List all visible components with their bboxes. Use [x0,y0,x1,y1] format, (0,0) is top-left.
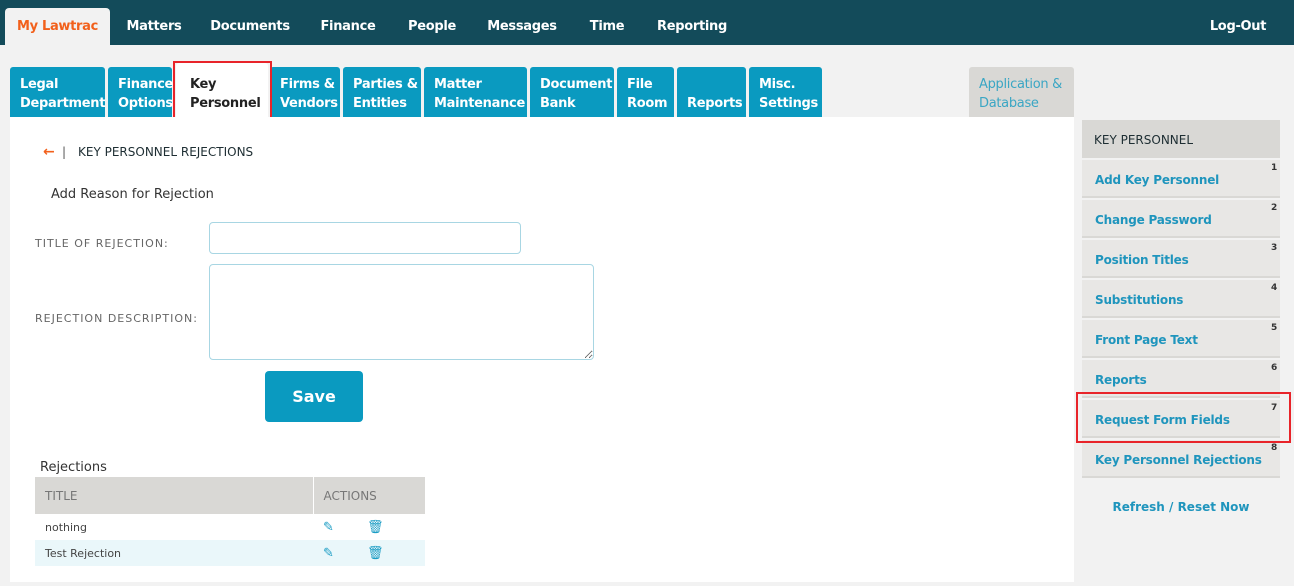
tab-document-bank[interactable]: Document Bank [530,67,614,117]
sidebar-item-reports[interactable]: Reports 6 [1082,360,1280,398]
tab-application-database[interactable]: Application & Database [969,67,1074,117]
column-title: TITLE [35,477,313,514]
back-arrow-icon[interactable]: ← [43,144,55,160]
item-number: 3 [1270,243,1277,253]
item-number: 6 [1270,363,1277,373]
item-number: 5 [1270,323,1277,333]
title-input[interactable] [209,222,521,254]
table-row: nothing ✎ 🗑 [35,514,425,540]
trash-icon[interactable]: 🗑 [367,520,411,535]
row-title: nothing [45,520,87,534]
tab-reports[interactable]: Reports [677,67,746,117]
tab-misc-settings[interactable]: Misc. Settings [749,67,822,117]
form-heading: Add Reason for Rejection [51,187,214,202]
tab-legal-department[interactable]: Legal Department [10,67,105,117]
nav-people[interactable]: People [402,8,462,45]
nav-documents[interactable]: Documents [208,8,292,45]
table-row: Test Rejection ✎ 🗑 [35,540,425,566]
tab-parties-entities[interactable]: Parties & Entities [343,67,421,117]
description-textarea[interactable] [209,264,594,360]
nav-my-lawtrac[interactable]: My Lawtrac [5,8,110,45]
sidebar-item-front-page-text[interactable]: Front Page Text 5 [1082,320,1280,358]
column-actions: ACTIONS [312,477,425,514]
sidebar-item-position-titles[interactable]: Position Titles 3 [1082,240,1280,278]
tab-key-personnel[interactable]: Key Personnel [176,63,268,117]
breadcrumb-separator: | [62,145,67,159]
title-label: TITLE OF REJECTION: [35,237,169,250]
page-title: KEY PERSONNEL REJECTIONS [78,145,254,159]
save-button[interactable]: Save [265,371,363,422]
nav-finance[interactable]: Finance [316,8,380,45]
row-title: Test Rejection [35,540,313,566]
tab-firms-vendors[interactable]: Firms & Vendors [270,67,340,117]
edit-icon[interactable]: ✎ [323,546,367,561]
rejections-heading: Rejections [40,460,107,475]
item-number: 4 [1270,283,1277,293]
top-navbar [0,0,1294,45]
trash-icon[interactable]: 🗑 [367,546,411,561]
item-number: 8 [1270,443,1277,453]
description-label: REJECTION DESCRIPTION: [35,312,198,325]
sidebar-item-key-personnel-rejections[interactable]: Key Personnel Rejections 8 [1082,440,1280,478]
rejections-table: TITLE ACTIONS nothing ✎ 🗑 Test Rejection ✎ 🗑 [35,477,425,566]
sidebar-item-substitutions[interactable]: Substitutions 4 [1082,280,1280,318]
main-panel: ← | KEY PERSONNEL REJECTIONS Add Reason … [10,117,1074,582]
tab-file-room[interactable]: File Room [617,67,674,117]
nav-matters[interactable]: Matters [120,8,188,45]
tab-matter-maintenance[interactable]: Matter Maintenance [424,67,527,117]
sidebar-item-change-password[interactable]: Change Password 2 [1082,200,1280,238]
nav-time[interactable]: Time [583,8,631,45]
sidebar-heading: KEY PERSONNEL [1082,120,1280,158]
sidebar-item-add-key-personnel[interactable]: Add Key Personnel 1 [1082,160,1280,198]
logout-link[interactable]: Log-Out [1205,8,1271,45]
item-number: 7 [1270,403,1277,413]
edit-icon[interactable]: ✎ [323,520,367,535]
refresh-reset-link[interactable]: Refresh / Reset Now [1082,500,1280,514]
sidebar-item-request-form-fields[interactable]: Request Form Fields 7 [1082,400,1280,438]
item-number: 1 [1270,163,1277,173]
nav-messages[interactable]: Messages [484,8,560,45]
tab-finance-options[interactable]: Finance Options [108,67,173,117]
item-number: 2 [1270,203,1277,213]
nav-reporting[interactable]: Reporting [655,8,729,45]
